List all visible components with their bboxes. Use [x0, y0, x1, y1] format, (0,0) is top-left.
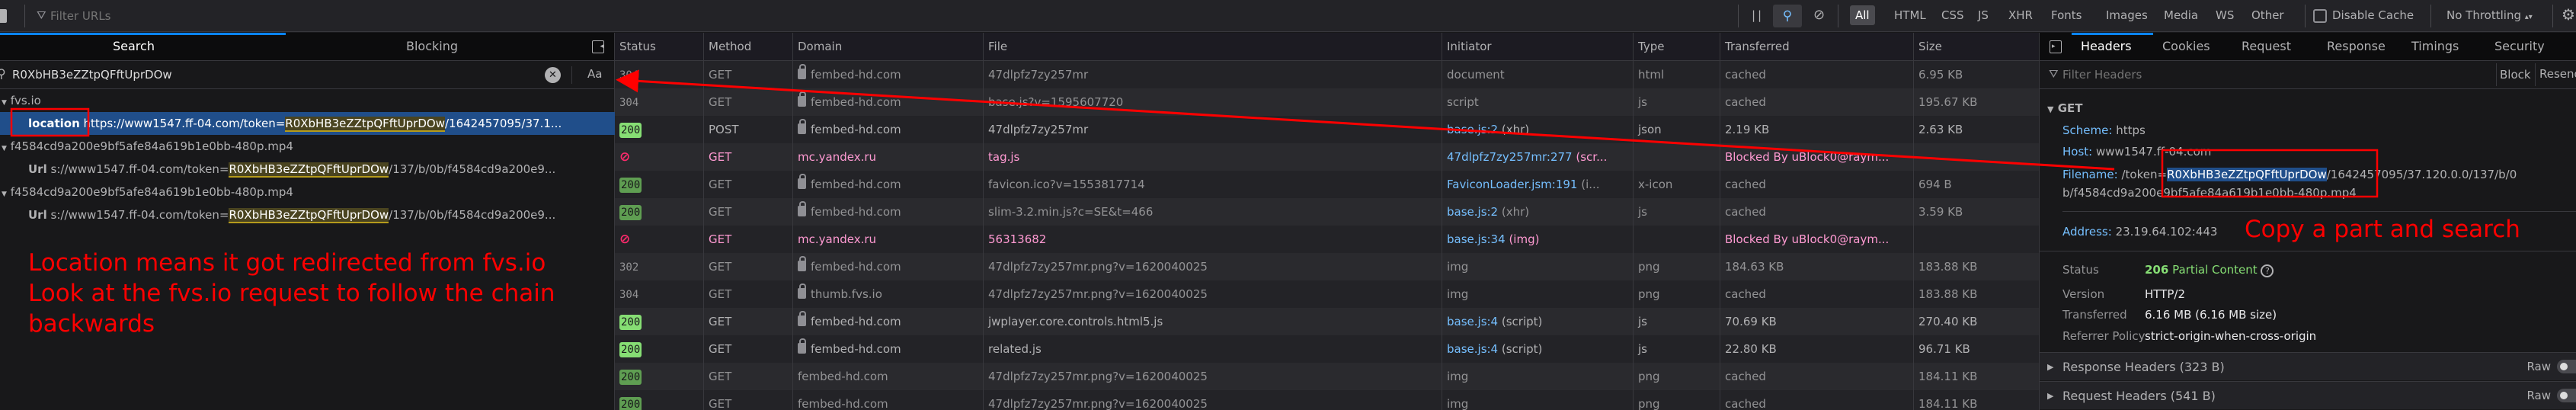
annotation-box-token: [2161, 149, 2379, 198]
annotation-box-location: [10, 107, 90, 137]
annotation-overlay: [10, 69, 2379, 198]
annotation-arrow: [616, 69, 2115, 171]
